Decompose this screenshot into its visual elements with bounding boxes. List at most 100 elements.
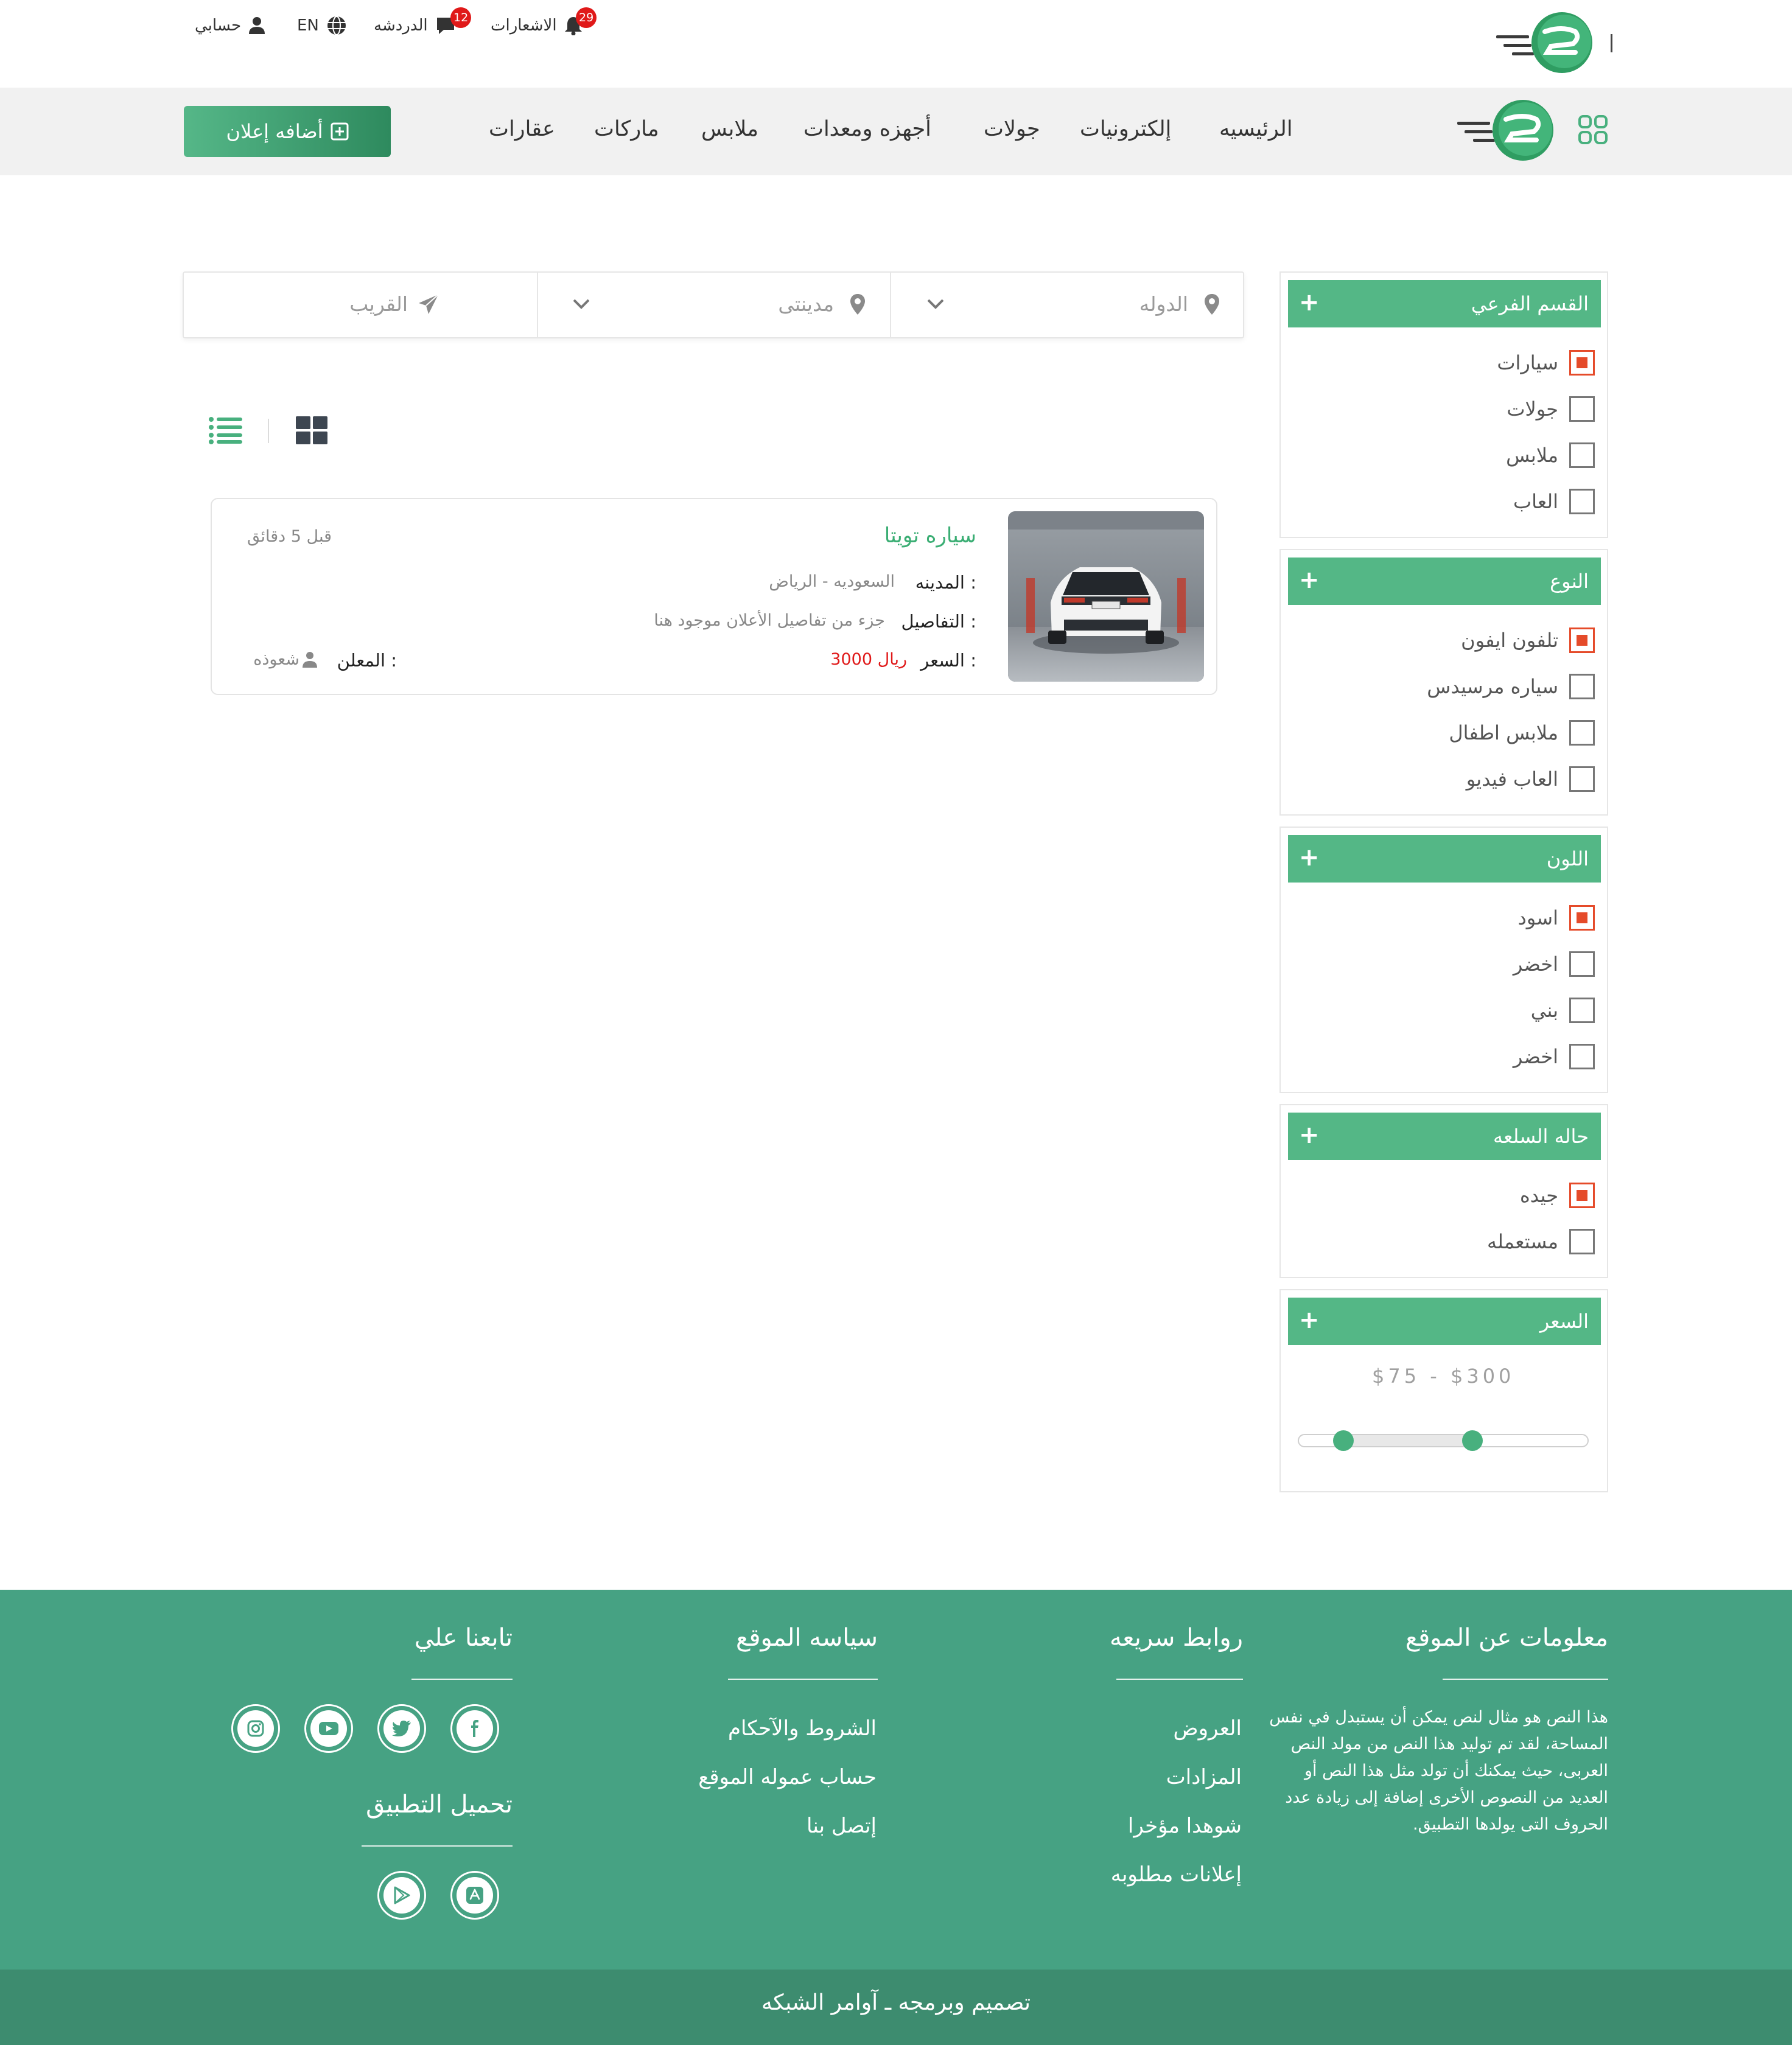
user-icon — [248, 16, 265, 35]
checkbox[interactable] — [1569, 674, 1595, 699]
filter-header-price[interactable]: السعر + — [1288, 1298, 1601, 1345]
top-bar: الاشعارات 29 الدردشه 12 EN حسابي — [0, 0, 1792, 88]
twitter-icon[interactable] — [377, 1704, 426, 1753]
checkbox[interactable] — [1569, 720, 1595, 746]
city-placeholder: مدينتى — [778, 292, 834, 316]
filter-title: حاله السلعه — [1493, 1125, 1589, 1148]
checkbox[interactable] — [1569, 1044, 1595, 1069]
footer-link-recently-viewed[interactable]: شوهدا مؤخرا — [1128, 1814, 1242, 1838]
checkbox[interactable] — [1569, 627, 1595, 653]
nav-link-real-estate[interactable]: عقارات — [489, 117, 555, 141]
filter-option[interactable]: سيارات — [1497, 349, 1595, 376]
youtube-icon[interactable] — [304, 1704, 353, 1753]
filter-option[interactable]: ملابس — [1506, 442, 1595, 469]
filter-option[interactable]: جولات — [1507, 396, 1595, 422]
filter-option[interactable]: ملابس اطفال — [1449, 719, 1595, 746]
nav-link-electronics[interactable]: إلكترونيات — [1080, 117, 1171, 141]
plus-icon[interactable]: + — [1299, 1306, 1320, 1334]
filter-option[interactable]: اخضر — [1513, 951, 1595, 977]
nav-link-clothes[interactable]: ملابس — [701, 117, 758, 141]
checkbox[interactable] — [1569, 442, 1595, 468]
language-switch[interactable]: EN — [297, 13, 347, 38]
checkbox[interactable] — [1569, 489, 1595, 514]
plus-square-icon — [331, 122, 349, 141]
apps-grid-icon[interactable] — [1578, 114, 1608, 145]
add-ad-button[interactable]: أضافه إعلان — [184, 106, 391, 157]
checkbox[interactable] — [1569, 951, 1595, 977]
notifications-link[interactable]: الاشعارات — [491, 13, 583, 38]
nav-link-home[interactable]: الرئيسيه — [1219, 117, 1293, 141]
footer-link-terms[interactable]: الشروط والآحكام — [728, 1716, 877, 1741]
instagram-icon[interactable] — [231, 1704, 280, 1753]
filter-title: اللون — [1546, 847, 1589, 870]
chat-link[interactable]: الدردشه — [374, 13, 456, 38]
filter-header-condition[interactable]: حاله السلعه + — [1288, 1113, 1601, 1160]
price-slider-max-handle[interactable] — [1462, 1430, 1483, 1451]
account-link[interactable]: حسابي — [195, 13, 265, 38]
nav-logo[interactable] — [1456, 97, 1559, 164]
plus-icon[interactable]: + — [1299, 288, 1320, 316]
option-label: جيده — [1520, 1184, 1558, 1207]
footer-divider — [1443, 1679, 1608, 1680]
plus-icon[interactable]: + — [1299, 844, 1320, 872]
filter-option[interactable]: سياره مرسيدس — [1427, 673, 1595, 700]
listing-title[interactable]: سياره تويتا — [884, 523, 976, 548]
footer-link-wanted-ads[interactable]: إعلانات مطلوبه — [1111, 1862, 1242, 1887]
listing-car-image[interactable] — [1008, 511, 1204, 682]
footer-follow-title: تابعنا علي — [414, 1624, 513, 1652]
facebook-icon[interactable] — [450, 1704, 499, 1753]
option-label: العاب — [1513, 490, 1558, 513]
map-pin-icon — [1204, 293, 1220, 315]
filter-option[interactable]: اخضر — [1513, 1043, 1595, 1070]
grid-view-icon[interactable] — [295, 415, 329, 446]
filter-option[interactable]: تلفون ايفون — [1461, 627, 1595, 654]
filter-option[interactable]: العاب فيديو — [1466, 766, 1595, 792]
footer-divider — [411, 1679, 513, 1680]
option-label: العاب فيديو — [1466, 767, 1558, 791]
nearby-button[interactable]: القريب — [184, 273, 537, 337]
filter-option[interactable]: جيده — [1520, 1182, 1595, 1209]
price-slider-min-handle[interactable] — [1333, 1430, 1354, 1451]
footer-link-commission[interactable]: حساب عموله الموقع — [698, 1765, 877, 1789]
filter-header-type[interactable]: النوع + — [1288, 558, 1601, 605]
checkbox[interactable] — [1569, 350, 1595, 376]
footer-link-contact[interactable]: إتصل بنا — [807, 1814, 877, 1838]
checkbox[interactable] — [1569, 905, 1595, 931]
notifications-label: الاشعارات — [491, 16, 557, 35]
footer-link-auctions[interactable]: المزادات — [1166, 1765, 1242, 1789]
listing-city-value: السعوديه - الرياض — [769, 572, 895, 591]
site-logo[interactable] — [1495, 11, 1598, 78]
notifications-count-badge: 29 — [576, 7, 597, 28]
filter-option[interactable]: بني — [1531, 997, 1595, 1024]
filter-panel-type: النوع + تلفون ايفون سياره مرسيدس ملابس ا… — [1279, 549, 1608, 816]
nav-link-equipment[interactable]: أجهزه ومعدات — [803, 117, 931, 141]
plus-icon[interactable]: + — [1299, 1121, 1320, 1149]
google-play-icon[interactable] — [377, 1871, 426, 1920]
filter-option[interactable]: اسود — [1518, 904, 1595, 931]
app-store-icon[interactable] — [450, 1871, 499, 1920]
paper-plane-icon — [418, 293, 439, 315]
top-divider — [1611, 34, 1612, 52]
checkbox[interactable] — [1569, 1229, 1595, 1254]
footer-link-offers[interactable]: العروض — [1174, 1716, 1242, 1741]
checkbox[interactable] — [1569, 1183, 1595, 1208]
filter-option[interactable]: مستعمله — [1487, 1228, 1595, 1255]
list-view-icon[interactable] — [208, 416, 243, 444]
footer-policy-title: سياسه الموقع — [736, 1624, 878, 1652]
country-select[interactable]: الدوله — [891, 273, 1244, 337]
footer-divider — [728, 1679, 878, 1680]
checkbox[interactable] — [1569, 998, 1595, 1023]
nav-link-tours[interactable]: جولات — [984, 117, 1040, 141]
filter-header-color[interactable]: اللون + — [1288, 835, 1601, 883]
checkbox[interactable] — [1569, 766, 1595, 792]
language-label: EN — [297, 16, 319, 35]
nav-link-brands[interactable]: ماركات — [594, 117, 659, 141]
footer-about-title: معلومات عن الموقع — [1405, 1624, 1608, 1652]
filter-option[interactable]: العاب — [1513, 488, 1595, 515]
listing-advertiser-value[interactable]: شعوذه — [253, 650, 299, 669]
checkbox[interactable] — [1569, 396, 1595, 422]
user-icon — [302, 651, 318, 668]
city-select[interactable]: مدينتى — [538, 273, 890, 337]
plus-icon[interactable]: + — [1299, 566, 1320, 594]
filter-header-subcategory[interactable]: القسم الفرعي + — [1288, 280, 1601, 327]
